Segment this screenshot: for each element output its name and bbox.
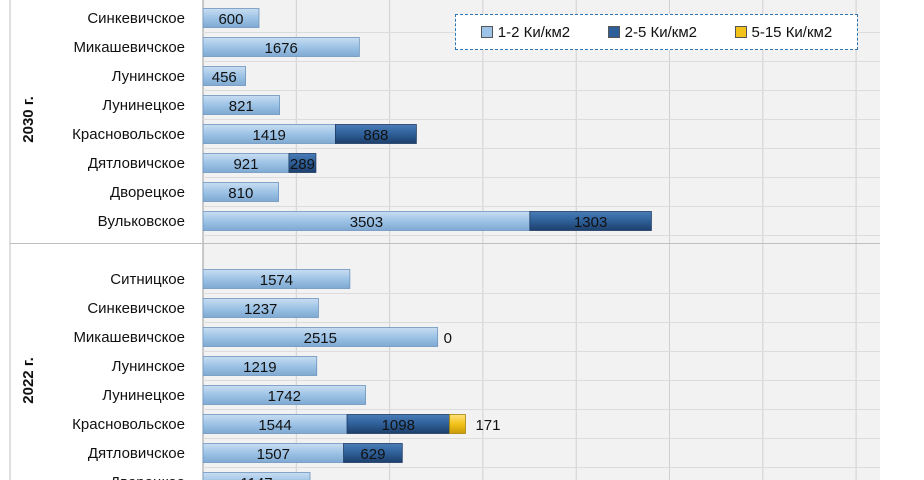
data-label: 1742 [268,388,301,405]
category-label: Лунинецкое [102,97,185,114]
data-label: 1419 [253,127,286,144]
legend-label-1: 1-2 Ки/км2 [497,23,571,41]
category-label: Дворецкое [110,184,185,201]
legend-label-2: 2-5 Ки/км2 [624,23,697,41]
data-label: 3503 [350,214,383,231]
data-label: 868 [363,127,388,144]
data-label: 1147 [240,475,272,480]
category-label: Синкевичское [87,10,185,27]
group-label: 2022 г. [20,357,37,403]
category-label: Лунинецкое [102,387,185,404]
plot-background [203,0,880,480]
data-label: 1219 [243,359,276,376]
legend-item-2: 2-5 Ки/км2 [607,23,697,41]
data-label: 171 [475,417,500,434]
legend-swatch-3 [734,26,747,38]
data-label: 821 [229,98,254,115]
legend-label-3: 5-15 Ки/км2 [751,23,833,41]
data-label: 810 [228,185,253,202]
category-label: Дворецкое [110,474,185,480]
data-label: 289 [290,156,315,173]
data-label: 0 [444,330,452,347]
category-label: Микашевичское [73,329,185,346]
category-label: Ситницкое [110,271,185,288]
data-label: 1098 [382,417,415,434]
category-label: Синкевичское [87,300,185,317]
chart-area: Синкевичское 600 Микашевичское 1676 Лунинско… [9,0,880,480]
group-label: 2030 г. [20,96,37,142]
data-label: 1544 [258,417,291,434]
category-label: Лунинское [112,358,185,375]
data-label: 629 [360,446,385,463]
bar-segment [449,414,466,434]
data-label: 921 [233,156,258,173]
data-label: 1676 [264,40,297,57]
category-label: Вульковское [98,213,185,230]
category-label: Дятловичское [88,155,185,172]
category-label: Микашевичское [73,39,185,56]
category-label: Лунинское [112,68,185,85]
data-label: 1574 [260,272,293,289]
legend: 1-2 Ки/км2 2-5 Ки/км2 5-15 Ки/км2 [455,14,858,50]
category-label: Дятловичское [88,445,185,462]
category-label: Красновольское [72,416,185,433]
data-label: 1237 [244,301,277,318]
data-label: 600 [218,11,243,28]
legend-item-1: 1-2 Ки/км2 [480,23,571,41]
data-label: 1303 [574,214,607,231]
data-label: 1507 [257,446,290,463]
category-label: Красновольское [72,126,185,143]
legend-item-3: 5-15 Ки/км2 [734,23,833,41]
data-label: 2515 [304,330,337,347]
data-label: 456 [212,69,237,86]
legend-swatch-2 [607,26,620,38]
legend-swatch-1 [480,26,493,38]
